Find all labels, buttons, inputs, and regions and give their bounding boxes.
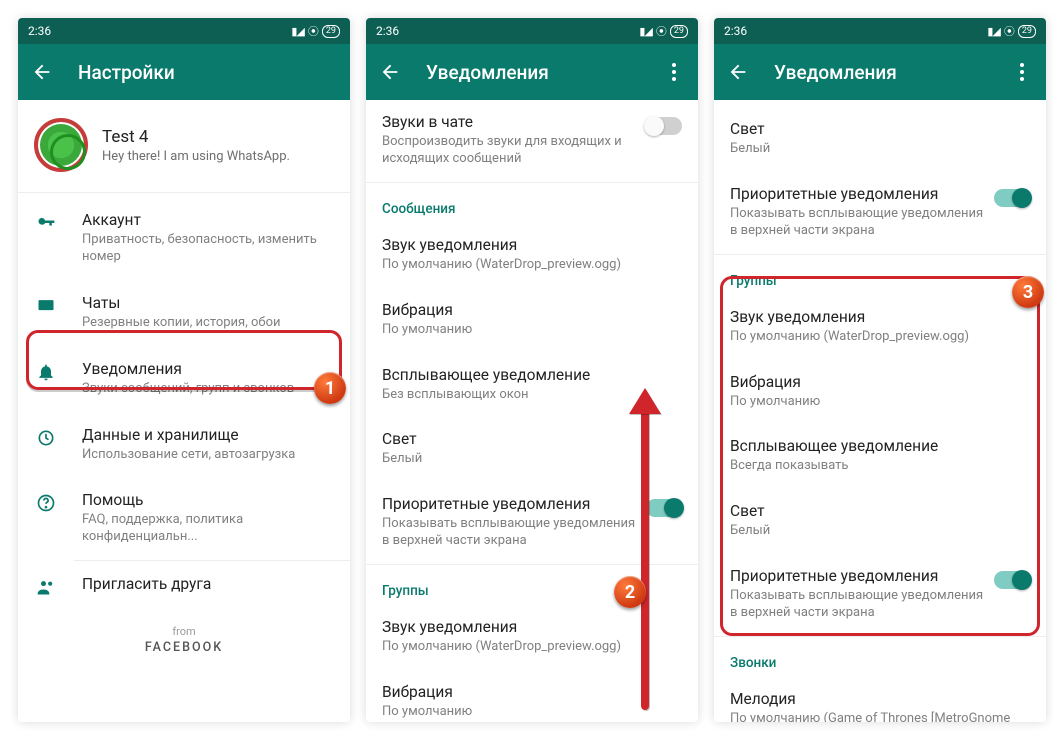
appbar-title: Уведомления bbox=[426, 61, 638, 84]
setting-chat-sounds[interactable]: Звуки в чатеВоспроизводить звуки для вхо… bbox=[366, 100, 698, 182]
switch-chat-sounds[interactable] bbox=[646, 117, 682, 135]
phone-notifications-2: 2:36 ▮◢ ⦿ 29 Уведомления СветБелый Приор… bbox=[714, 18, 1046, 722]
switch-grp-priority[interactable] bbox=[994, 571, 1030, 589]
menu-notifications[interactable]: УведомленияЗвуки сообщений, групп и звон… bbox=[18, 346, 350, 412]
back-button[interactable] bbox=[374, 56, 406, 88]
status-icons: ▮◢ ⦿ 29 bbox=[987, 23, 1036, 39]
phone-settings: 2:36 ▮◢ ⦿ 29 Настройки Test 4 Hey there!… bbox=[18, 18, 350, 722]
status-bar: 2:36 ▮◢ ⦿ 29 bbox=[714, 18, 1046, 44]
setting-grp-vibration[interactable]: ВибрацияПо умолчанию bbox=[714, 360, 1046, 425]
battery-icon: 29 bbox=[670, 25, 688, 38]
chat-icon bbox=[34, 294, 58, 316]
status-time: 2:36 bbox=[724, 24, 747, 38]
arrow-back-icon bbox=[31, 61, 53, 83]
status-bar: 2:36 ▮◢ ⦿ 29 bbox=[18, 18, 350, 44]
menu-invite[interactable]: Пригласить друга bbox=[18, 561, 350, 611]
from-facebook: from FACEBOOK bbox=[18, 611, 350, 669]
setting-msg-sound[interactable]: Звук уведомленияПо умолчанию (WaterDrop_… bbox=[366, 223, 698, 288]
app-bar: Уведомления bbox=[714, 44, 1046, 100]
wifi-icon: ⦿ bbox=[1004, 23, 1014, 39]
section-groups: Группы bbox=[714, 255, 1046, 295]
wifi-icon: ⦿ bbox=[308, 23, 318, 39]
back-button[interactable] bbox=[26, 56, 58, 88]
help-icon bbox=[34, 491, 58, 513]
notif-content-2[interactable]: СветБелый Приоритетные уведомленияПоказы… bbox=[714, 100, 1046, 722]
menu-data[interactable]: Данные и хранилищеИспользование сети, ав… bbox=[18, 412, 350, 478]
profile-row[interactable]: Test 4 Hey there! I am using WhatsApp. bbox=[18, 100, 350, 192]
invite-icon bbox=[34, 575, 58, 597]
app-bar: Настройки bbox=[18, 44, 350, 100]
section-messages: Сообщения bbox=[366, 183, 698, 223]
screenshot-stage: 2:36 ▮◢ ⦿ 29 Настройки Test 4 Hey there!… bbox=[18, 18, 1046, 722]
setting-call-ringtone[interactable]: МелодияПо умолчанию (Game of Thrones [Me… bbox=[714, 677, 1046, 722]
setting-grp-light[interactable]: СветБелый bbox=[714, 489, 1046, 554]
signal-icon: ▮◢ bbox=[639, 25, 652, 38]
phone-notifications-1: 2:36 ▮◢ ⦿ 29 Уведомления Звуки в чатеВос… bbox=[366, 18, 698, 722]
more-icon bbox=[672, 63, 676, 81]
menu-help[interactable]: ПомощьFAQ, поддержка, политика конфиденц… bbox=[18, 477, 350, 560]
arrow-back-icon bbox=[379, 61, 401, 83]
settings-content[interactable]: Test 4 Hey there! I am using WhatsApp. А… bbox=[18, 100, 350, 722]
battery-icon: 29 bbox=[322, 25, 340, 38]
scroll-arrow bbox=[641, 410, 649, 710]
profile-status: Hey there! I am using WhatsApp. bbox=[102, 149, 290, 164]
setting-grp-priority[interactable]: Приоритетные уведомленияПоказывать всплы… bbox=[714, 554, 1046, 636]
switch-msg-priority[interactable] bbox=[646, 499, 682, 517]
menu-account[interactable]: АккаунтПриватность, безопасность, измени… bbox=[18, 197, 350, 280]
signal-icon: ▮◢ bbox=[987, 25, 1000, 38]
status-bar: 2:36 ▮◢ ⦿ 29 bbox=[366, 18, 698, 44]
badge-2: 2 bbox=[614, 576, 646, 608]
menu-chats[interactable]: ЧатыРезервные копии, история, обои bbox=[18, 280, 350, 346]
setting-grp-sound[interactable]: Звук уведомленияПо умолчанию (WaterDrop_… bbox=[714, 295, 1046, 360]
setting-light-top[interactable]: СветБелый bbox=[714, 100, 1046, 172]
bell-icon bbox=[34, 360, 58, 382]
wifi-icon: ⦿ bbox=[656, 23, 666, 39]
status-time: 2:36 bbox=[376, 24, 399, 38]
settings-menu: АккаунтПриватность, безопасность, измени… bbox=[18, 193, 350, 611]
signal-icon: ▮◢ bbox=[291, 25, 304, 38]
key-icon bbox=[34, 211, 58, 233]
status-icons: ▮◢ ⦿ 29 bbox=[291, 23, 340, 39]
badge-1: 1 bbox=[314, 372, 346, 404]
switch-priority-top[interactable] bbox=[994, 189, 1030, 207]
setting-msg-vibration[interactable]: ВибрацияПо умолчанию bbox=[366, 288, 698, 353]
app-bar: Уведомления bbox=[366, 44, 698, 100]
overflow-button[interactable] bbox=[658, 56, 690, 88]
back-button[interactable] bbox=[722, 56, 754, 88]
battery-icon: 29 bbox=[1018, 25, 1036, 38]
profile-name: Test 4 bbox=[102, 127, 290, 147]
setting-grp-popup[interactable]: Всплывающее уведомлениеВсегда показывать bbox=[714, 424, 1046, 489]
data-icon bbox=[34, 426, 58, 448]
avatar bbox=[34, 118, 88, 172]
setting-priority-top[interactable]: Приоритетные уведомленияПоказывать всплы… bbox=[714, 172, 1046, 254]
overflow-button[interactable] bbox=[1006, 56, 1038, 88]
more-icon bbox=[1020, 63, 1024, 81]
status-time: 2:36 bbox=[28, 24, 51, 38]
section-calls: Звонки bbox=[714, 637, 1046, 677]
status-icons: ▮◢ ⦿ 29 bbox=[639, 23, 688, 39]
appbar-title: Настройки bbox=[78, 61, 342, 84]
appbar-title: Уведомления bbox=[774, 61, 986, 84]
arrow-back-icon bbox=[727, 61, 749, 83]
badge-3: 3 bbox=[1012, 276, 1044, 308]
